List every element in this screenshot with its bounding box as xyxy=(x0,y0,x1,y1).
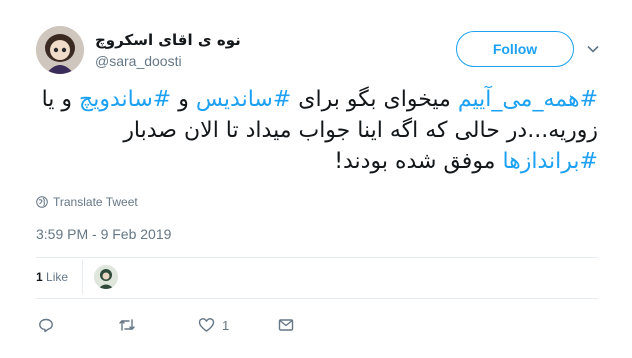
tweet-text: #همه_می_آییم میخوای بگو برای #ساندیس و #… xyxy=(26,84,598,177)
likes-count: 1 xyxy=(36,270,43,284)
likes-label: Like xyxy=(46,270,69,284)
retweet-icon xyxy=(119,319,135,331)
likes-stat[interactable]: 1 Like xyxy=(36,270,68,284)
liker-avatar-image xyxy=(94,265,118,289)
tweet-timestamp[interactable]: 3:59 PM - 9 Feb 2019 xyxy=(36,226,171,242)
like-button[interactable]: 1 xyxy=(198,317,229,333)
direct-message-button[interactable] xyxy=(278,317,294,333)
divider xyxy=(36,257,598,258)
translate-tweet-label: Translate Tweet xyxy=(53,195,138,209)
envelope-icon xyxy=(278,319,294,331)
hashtag-link[interactable]: #ساندیس xyxy=(196,87,291,112)
translate-tweet-link[interactable]: Translate Tweet xyxy=(36,195,138,209)
heart-icon xyxy=(198,318,215,332)
globe-icon xyxy=(36,196,48,208)
retweet-button[interactable] xyxy=(118,317,143,333)
chevron-down-icon[interactable] xyxy=(586,42,600,56)
reply-button[interactable] xyxy=(38,317,61,333)
tweet-text-segment: و xyxy=(171,87,196,112)
liker-avatar[interactable] xyxy=(94,265,118,289)
like-count: 1 xyxy=(222,317,230,333)
author-avatar-image xyxy=(36,26,84,74)
divider xyxy=(36,298,598,299)
author-avatar[interactable] xyxy=(36,26,84,74)
hashtag-link[interactable]: #همه_می_آییم xyxy=(458,87,598,112)
author-handle[interactable]: @sara_doosti xyxy=(95,53,182,69)
divider xyxy=(82,260,83,294)
tweet-text-segment: میخوای بگو برای xyxy=(291,87,458,112)
reply-icon xyxy=(39,318,53,333)
hashtag-link[interactable]: #براندازها xyxy=(502,149,598,174)
follow-button[interactable]: Follow xyxy=(456,31,574,67)
tweet-text-segment: موفق شده بودند! xyxy=(334,149,503,174)
author-display-name[interactable]: نوه ی اقای اسکروچ xyxy=(95,31,241,49)
hashtag-link[interactable]: #ساندویچ xyxy=(79,87,171,112)
